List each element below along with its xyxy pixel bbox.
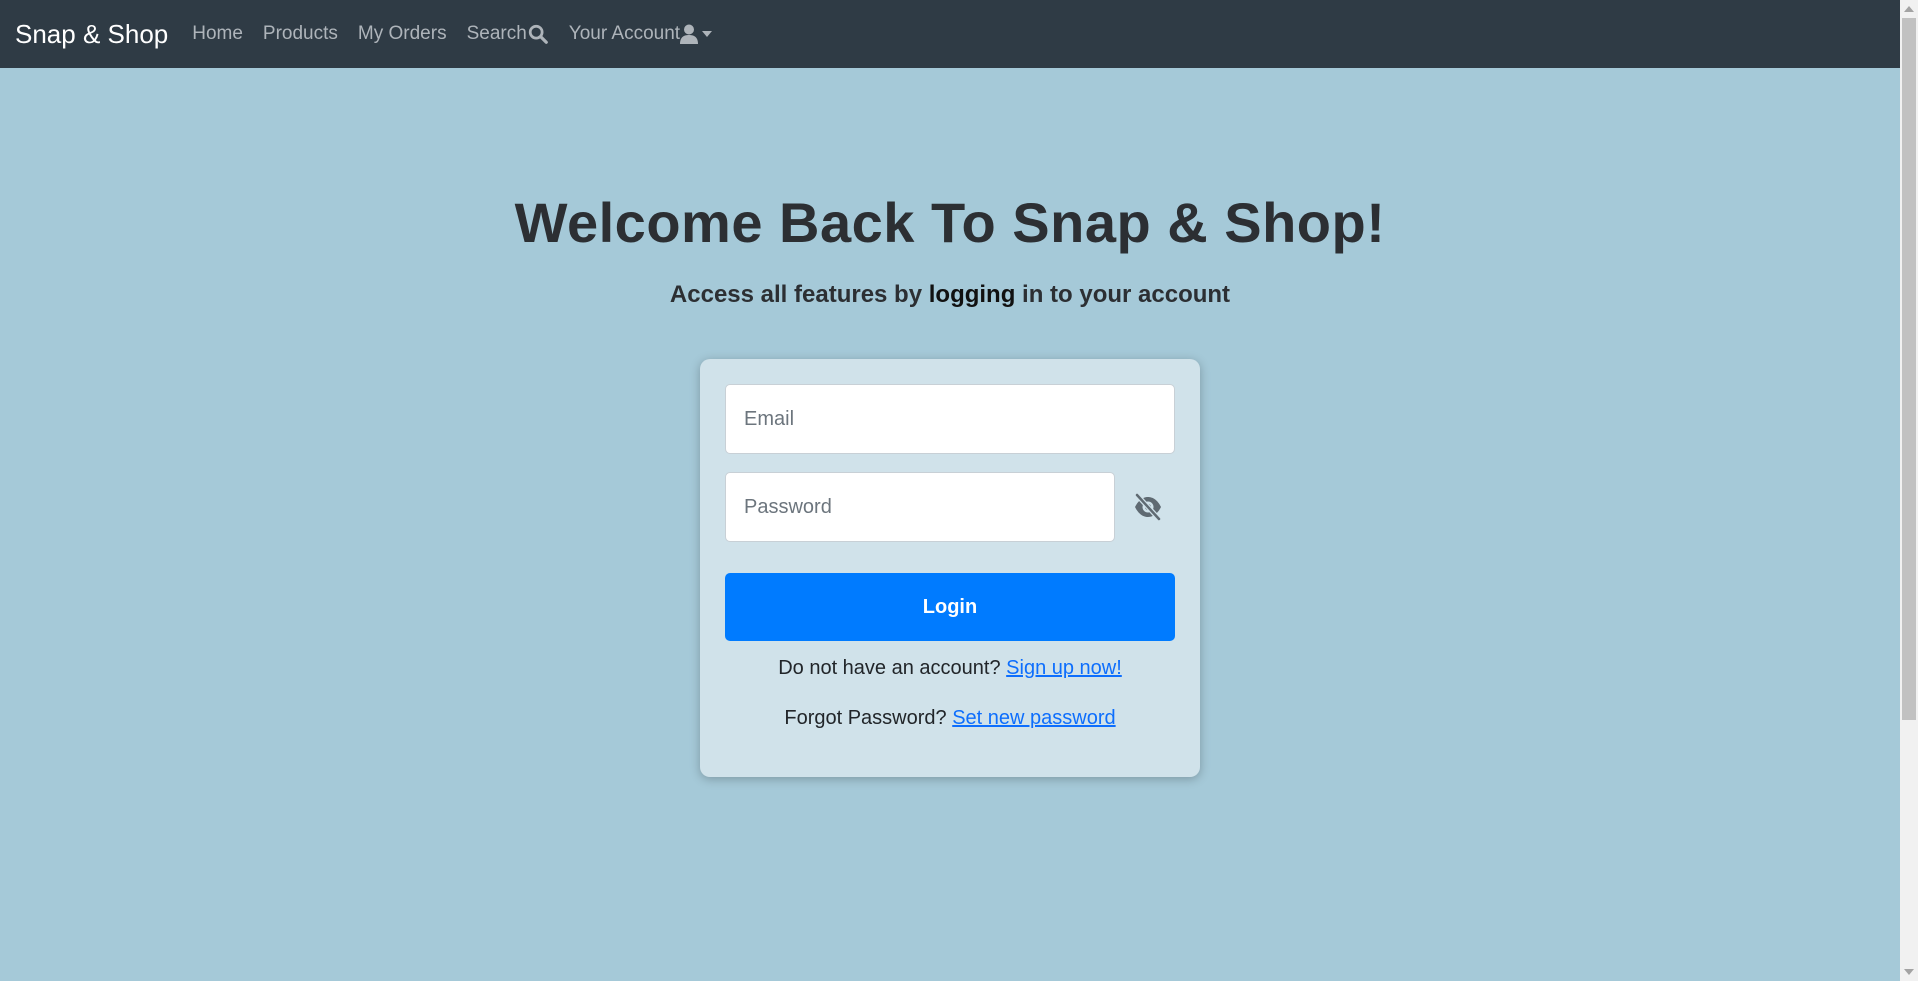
nav-account-dropdown[interactable]: Your Account bbox=[568, 23, 713, 45]
vertical-scrollbar[interactable] bbox=[1900, 0, 1918, 981]
chevron-down-icon bbox=[702, 31, 713, 37]
forgot-prompt-text: Forgot Password? bbox=[784, 707, 953, 729]
subtitle-suffix: in to your account bbox=[1015, 281, 1231, 308]
password-input[interactable] bbox=[725, 472, 1115, 542]
nav-search-link[interactable]: Search bbox=[467, 23, 549, 45]
signup-prompt: Do not have an account? Sign up now! bbox=[700, 657, 1200, 680]
subtitle-emphasis: logging bbox=[928, 281, 1016, 308]
signup-link[interactable]: Sign up now! bbox=[1006, 657, 1122, 679]
scroll-up-arrow-icon[interactable] bbox=[1904, 6, 1914, 12]
page: Snap & Shop Home Products My Orders Sear… bbox=[0, 0, 1918, 981]
nav-home-link[interactable]: Home bbox=[192, 23, 243, 45]
email-input[interactable] bbox=[725, 384, 1175, 454]
nav-orders-link[interactable]: My Orders bbox=[358, 23, 447, 45]
user-icon bbox=[680, 24, 699, 44]
nav-account-label: Your Account bbox=[568, 23, 681, 44]
signup-prompt-text: Do not have an account? bbox=[778, 657, 1007, 679]
subtitle-prefix: Access all features by bbox=[669, 281, 929, 308]
login-card: Login Do not have an account? Sign up no… bbox=[700, 359, 1200, 777]
scrollbar-thumb[interactable] bbox=[1902, 18, 1916, 720]
top-navbar: Snap & Shop Home Products My Orders Sear… bbox=[0, 0, 1900, 68]
nav-products-link[interactable]: Products bbox=[263, 23, 338, 45]
page-title: Welcome Back To Snap & Shop! bbox=[514, 191, 1386, 254]
search-icon bbox=[528, 24, 548, 44]
scroll-down-arrow-icon[interactable] bbox=[1904, 969, 1914, 975]
eye-slash-icon[interactable] bbox=[1133, 493, 1163, 521]
nav-search-label: Search bbox=[466, 23, 527, 44]
login-button[interactable]: Login bbox=[725, 573, 1175, 641]
brand-logo[interactable]: Snap & Shop bbox=[15, 19, 168, 50]
set-new-password-link[interactable]: Set new password bbox=[952, 707, 1115, 729]
page-subtitle: Access all features by logging in to you… bbox=[0, 281, 1900, 309]
forgot-password-prompt: Forgot Password? Set new password bbox=[700, 707, 1200, 730]
